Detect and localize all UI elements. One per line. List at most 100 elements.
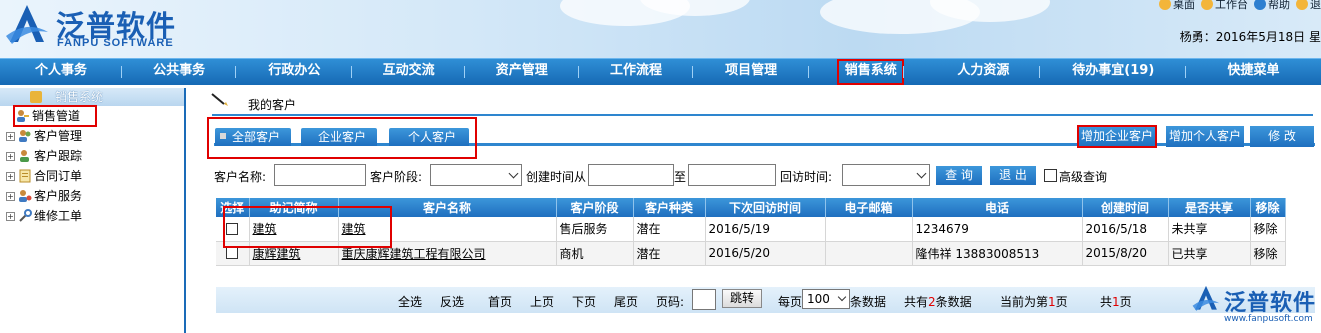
sidebar-item-label: 维修工单 xyxy=(34,209,83,223)
created-to-input[interactable] xyxy=(688,164,776,186)
customer-name-input[interactable] xyxy=(274,164,366,186)
first-page-link[interactable]: 首页 xyxy=(488,293,512,310)
records-label: 条数据 xyxy=(850,295,887,309)
top-link-exit[interactable]: 退 xyxy=(1296,0,1321,11)
sidebar-item-service[interactable]: + 客户服务 xyxy=(6,186,184,206)
total-records-text: 共有2条数据 xyxy=(904,295,972,309)
sidebar-item-label: 销售管道 xyxy=(32,109,81,123)
brand-logo[interactable]: 泛普软件 FANPU SOFTWARE xyxy=(2,2,182,54)
nav-item-workflow[interactable]: 工作流程 xyxy=(579,59,694,85)
kind-cell: 潜在 xyxy=(633,217,706,242)
stage-cell: 商机 xyxy=(556,241,634,266)
users-icon xyxy=(19,130,31,142)
per-page-select[interactable]: 100 xyxy=(802,289,850,309)
column-header[interactable]: 客户阶段 xyxy=(556,198,634,217)
customer-stage-select[interactable] xyxy=(430,164,522,186)
expand-icon[interactable]: + xyxy=(6,212,15,221)
exit-icon xyxy=(1296,0,1308,10)
top-link-desktop[interactable]: 桌面 xyxy=(1159,0,1195,11)
user-track-icon xyxy=(20,150,29,162)
sidebar-item-label: 客户跟踪 xyxy=(34,149,83,163)
brand-logo-icon xyxy=(1192,285,1220,311)
column-header[interactable]: 客户种类 xyxy=(633,198,706,217)
chevron-down-icon xyxy=(916,168,927,179)
nav-item-public[interactable]: 公共事务 xyxy=(122,59,237,85)
expand-icon[interactable]: + xyxy=(6,192,15,201)
pen-icon xyxy=(211,93,228,106)
edit-button[interactable]: 修 改 xyxy=(1250,126,1314,147)
row-checkbox[interactable] xyxy=(226,247,239,259)
short-name-link[interactable]: 康辉建筑 xyxy=(253,247,301,261)
column-header[interactable]: 是否共享 xyxy=(1168,198,1251,217)
customer-name-link[interactable]: 重庆康辉建筑工程有限公司 xyxy=(342,247,486,261)
nav-item-assets[interactable]: 资产管理 xyxy=(465,59,580,85)
page-title: 我的客户 xyxy=(248,98,297,112)
shared-cell: 已共享 xyxy=(1168,241,1251,266)
nav-item-personal[interactable]: 个人事务 xyxy=(0,59,123,85)
nav-item-interaction[interactable]: 互动交流 xyxy=(352,59,465,85)
created-to-label: 至 xyxy=(674,170,687,184)
invert-selection-link[interactable]: 反选 xyxy=(440,293,464,310)
top-links: 桌面 工作台 帮助 退 xyxy=(1159,0,1321,11)
customer-stage-label: 客户阶段: xyxy=(370,170,423,184)
created-cell: 2016/5/18 xyxy=(1082,217,1169,242)
sidebar-item-contracts[interactable]: + 合同订单 xyxy=(6,166,184,186)
advanced-search-checkbox[interactable] xyxy=(1044,169,1057,182)
sidebar-title: 销售系统 xyxy=(0,88,184,106)
page-number-input[interactable] xyxy=(692,289,716,310)
per-page-label: 每页 xyxy=(778,295,803,309)
advanced-search-label: 高级查询 xyxy=(1059,170,1108,184)
nav-item-projects[interactable]: 项目管理 xyxy=(693,59,810,85)
exit-button[interactable]: 退 出 xyxy=(990,166,1036,185)
next-page-link[interactable]: 下页 xyxy=(572,293,596,310)
expand-icon[interactable]: + xyxy=(6,152,15,161)
user-service-icon xyxy=(19,190,32,202)
column-header: 移除 xyxy=(1250,198,1286,217)
remove-link[interactable]: 移除 xyxy=(1250,241,1286,266)
watermark-logo: 泛普软件 www.fanpusoft.com xyxy=(1190,282,1320,326)
watermark-url: www.fanpusoft.com xyxy=(1224,314,1313,324)
last-page-link[interactable]: 尾页 xyxy=(614,293,638,310)
sidebar-item-followup[interactable]: + 客户跟踪 xyxy=(6,146,184,166)
nav-item-todo[interactable]: 待办事宜(19) xyxy=(1040,59,1186,85)
total-pages-text: 共1页 xyxy=(1100,295,1132,309)
per-page-value: 100 xyxy=(807,292,830,306)
watermark-name: 泛普软件 xyxy=(1224,291,1317,316)
expand-icon[interactable]: + xyxy=(6,132,15,141)
jump-button[interactable]: 跳转 xyxy=(722,289,762,308)
sidebar-item-label: 客户服务 xyxy=(34,189,83,203)
sidebar-item-repair[interactable]: + 维修工单 xyxy=(6,206,184,226)
column-header[interactable]: 创建时间 xyxy=(1082,198,1169,217)
column-header[interactable]: 下次回访时间 xyxy=(705,198,826,217)
main-nav: 个人事务 公共事务 行政办公 互动交流 资产管理 工作流程 项目管理 销售系统 … xyxy=(0,58,1321,85)
remove-link[interactable]: 移除 xyxy=(1250,217,1286,242)
add-company-customer-button[interactable]: 增加企业客户 xyxy=(1077,125,1157,148)
nav-item-sales[interactable]: 销售系统 xyxy=(837,59,905,85)
column-header[interactable]: 电话 xyxy=(912,198,1083,217)
sidebar-item-pipeline[interactable]: 销售管道 xyxy=(13,105,97,127)
nav-item-admin[interactable]: 行政办公 xyxy=(236,59,353,85)
brand-name-en: FANPU SOFTWARE xyxy=(57,37,174,49)
visit-time-select[interactable] xyxy=(842,164,930,186)
created-from-input[interactable] xyxy=(588,164,674,186)
pagination-bar: 全选 反选 首页 上页 下页 尾页 页码: 跳转 每页 100 条数据 共有2条… xyxy=(216,287,1315,313)
query-button[interactable]: 查 询 xyxy=(936,166,982,185)
sidebar-item-customers[interactable]: + 客户管理 xyxy=(6,126,184,146)
top-link-workbench[interactable]: 工作台 xyxy=(1201,0,1248,11)
select-all-link[interactable]: 全选 xyxy=(398,293,422,310)
column-header[interactable]: 电子邮箱 xyxy=(825,198,913,217)
row-highlight-box xyxy=(223,206,392,248)
sidebar-item-label: 客户管理 xyxy=(34,129,83,143)
desktop-icon xyxy=(1159,0,1171,10)
prev-page-link[interactable]: 上页 xyxy=(530,293,554,310)
folder-icon xyxy=(30,91,42,103)
customer-name-label: 客户名称: xyxy=(214,170,267,184)
help-icon xyxy=(1254,0,1266,10)
nav-item-shortcuts[interactable]: 快捷菜单 xyxy=(1186,59,1321,85)
add-personal-customer-button[interactable]: 增加个人客户 xyxy=(1166,126,1244,147)
top-link-help[interactable]: 帮助 xyxy=(1254,0,1290,11)
nav-item-hr[interactable]: 人力资源 xyxy=(926,59,1041,85)
main-content: 我的客户 全部客户 企业客户 个人客户 增加企业客户 增加个人客户 修 改 客户… xyxy=(190,88,1321,333)
page-number-label: 页码: xyxy=(656,295,685,309)
expand-icon[interactable]: + xyxy=(6,172,15,181)
